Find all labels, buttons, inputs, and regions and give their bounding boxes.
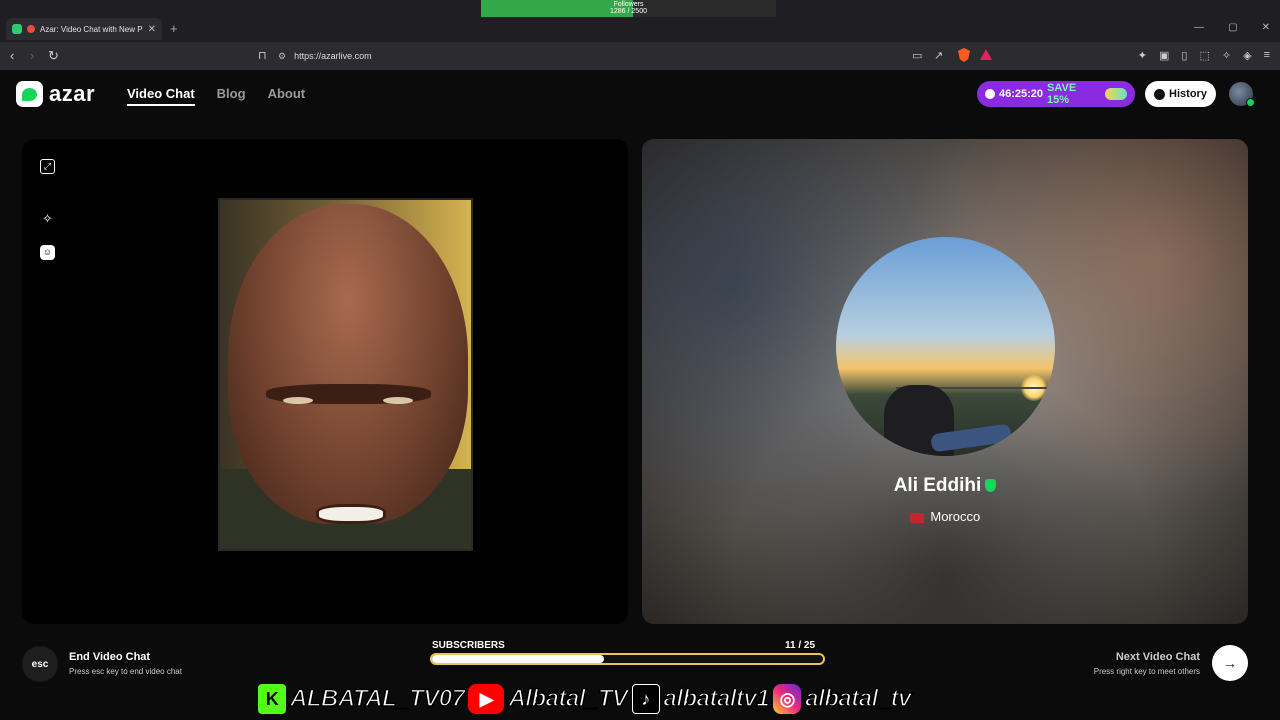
next-chat-title: Next Video Chat [1115,651,1200,663]
toolbar-right: ✦ ▣ ▯ ⬚ ✧ ◈ ≡ [1138,49,1270,62]
minimize-icon[interactable]: — [1194,22,1204,33]
sidebar-icon[interactable]: ▯ [1181,49,1187,62]
azar-favicon-icon [12,24,22,34]
forward-icon[interactable]: › [30,48,34,63]
followers-goal-text: Followers 1286 / 2500 [481,1,776,15]
tab-title: Azar: Video Chat with New Pe [40,24,143,34]
logo-text: azar [49,81,96,106]
gems-icon [1105,88,1127,100]
nav-about[interactable]: About [268,86,306,106]
face-filter-icon[interactable]: ☺ [40,245,55,260]
verified-badge-icon [985,479,997,493]
youtube-handle: Albatal_TV [508,684,629,713]
partner-profile-photo [836,237,1055,456]
downloads-icon[interactable]: ⬚ [1199,49,1209,62]
cast-icon[interactable]: ▭ [912,49,922,62]
nav-blog[interactable]: Blog [217,86,246,106]
my-video-panel: ⤢ ✧ ☺ [22,139,628,624]
subscribers-current: 11 [785,640,796,651]
partner-country-row: Morocco [642,509,1248,524]
clock-icon [985,89,995,99]
browser-tabbar: Followers 1286 / 2500 Azar: Video Chat w… [0,0,1280,42]
user-avatar[interactable] [1229,82,1255,107]
followers-label: Followers [613,1,644,8]
maximize-icon[interactable]: ▢ [1228,22,1237,33]
partner-country: Morocco [930,509,981,524]
promo-timer-button[interactable]: 46:25:20 SAVE 15% [977,81,1135,107]
end-chat-title: End Video Chat [69,651,151,663]
history-button[interactable]: History [1145,81,1216,107]
subscribers-label: SUBSCRIBERS [432,640,505,651]
end-chat-button[interactable]: esc [22,646,58,682]
kick-icon: K [258,684,286,714]
promo-save: SAVE 15% [1047,82,1077,106]
instagram-handle: albatal_tv [804,684,912,713]
next-chat-hint: Press right key to meet others [1093,667,1200,676]
browser-tab[interactable]: Azar: Video Chat with New Pe ✕ [6,18,162,40]
tiktok-icon: ♪ [631,684,660,714]
followers-count: 1286 / 2500 [610,8,647,15]
address-bar[interactable]: ⚙ https://azarlive.com [278,47,998,65]
magic-wand-icon[interactable]: ✧ [40,211,55,226]
close-window-icon[interactable]: ✕ [1262,22,1270,33]
partner-name: Ali Eddihi [893,475,982,496]
reload-icon[interactable]: ↻ [48,48,59,64]
next-chat-button[interactable]: → [1212,645,1248,681]
azar-app: azar Video Chat Blog About 46:25:20 SAVE… [0,70,1280,720]
subscribers-goal: / 25 [798,640,816,651]
brave-rewards-icon[interactable] [980,49,992,60]
subscribers-progress-fill [432,655,605,663]
back-icon[interactable]: ‹ [10,48,14,63]
subscribers-count: 11 / 25 [785,640,815,651]
azar-logo[interactable]: azar [16,81,95,107]
arrow-right-icon: → [1223,655,1237,671]
recording-icon [27,25,35,33]
followers-goal-widget: Followers 1286 / 2500 [481,0,776,17]
share-icon[interactable]: ↗ [934,49,943,62]
wallet-icon[interactable]: ▣ [1159,49,1169,62]
morocco-flag-icon [909,512,924,523]
partner-name-row: Ali Eddihi [642,475,1248,497]
kick-handle: ALBATAL_TV07 [289,684,465,713]
new-tab-icon[interactable]: + [170,21,178,36]
stream-social-overlay: K ALBATAL_TV07 ▶ Albatal_TV ♪ albataltv1… [258,684,912,714]
promo-timer: 46:25:20 [998,88,1044,100]
history-icon [1154,88,1166,100]
my-camera-feed [218,198,473,551]
vpn-shield-icon[interactable]: ◈ [1243,49,1251,62]
main-nav: Video Chat Blog About [127,86,305,106]
browser-toolbar: ‹ › ↻ ⊓ ⚙ https://azarlive.com ▭ ↗ ✦ ▣ ▯… [0,42,1280,70]
tiktok-handle: albataltv1 [663,684,771,713]
close-tab-icon[interactable]: ✕ [148,24,156,35]
window-controls: — ▢ ✕ [1194,22,1270,33]
end-chat-hint: Press esc key to end video chat [69,667,182,676]
nav-video-chat[interactable]: Video Chat [127,86,195,106]
url-text: https://azarlive.com [294,51,372,61]
leo-ai-icon[interactable]: ✧ [1222,49,1231,62]
subscribers-progress-bar [430,653,825,665]
site-info-icon[interactable]: ⚙ [278,51,286,62]
azar-logo-icon [16,81,43,107]
partner-video-panel: Ali Eddihi Morocco [642,139,1248,624]
youtube-icon: ▶ [468,684,505,714]
expand-icon[interactable]: ⤢ [40,159,55,174]
history-label: History [1169,88,1207,100]
menu-icon[interactable]: ≡ [1264,49,1270,62]
online-status-icon [1246,98,1255,107]
instagram-icon: ◎ [773,684,802,714]
extensions-icon[interactable]: ✦ [1138,49,1147,62]
bookmark-icon[interactable]: ⊓ [258,49,267,62]
